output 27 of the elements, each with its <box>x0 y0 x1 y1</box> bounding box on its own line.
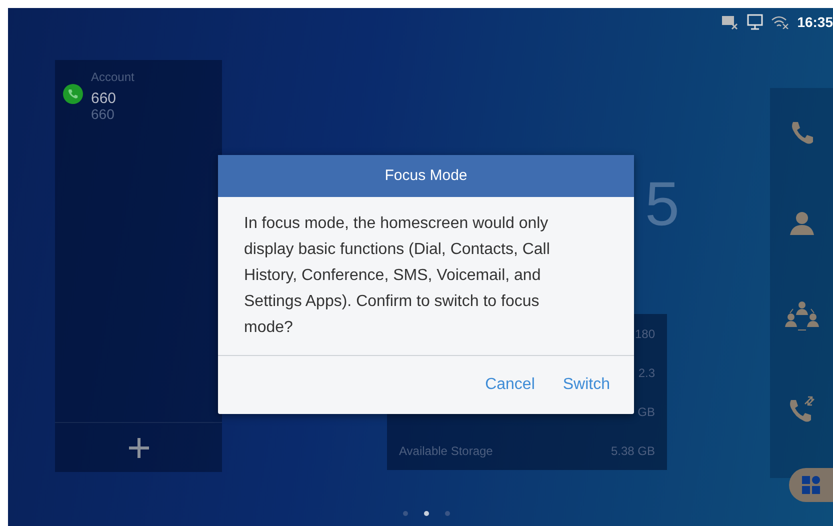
dialog-message: In focus mode, the homescreen would only display basic functions (Dial, Contacts, Call History, Conference, SMS, Voicemail, and Settings Apps). Confirm to switch to focus mode? <box>243 214 551 338</box>
add-icon[interactable] <box>128 436 150 458</box>
page-dot[interactable] <box>424 511 429 516</box>
storage-value: 180 <box>634 326 655 342</box>
contact-icon[interactable] <box>788 209 816 237</box>
conference-icon[interactable] <box>784 299 818 331</box>
account-label: Account <box>91 69 134 86</box>
storage-value: GB <box>638 404 655 420</box>
monitor-icon <box>747 14 764 30</box>
account-name: 660 <box>91 90 118 107</box>
page-dot[interactable] <box>403 511 408 516</box>
status-time: 16:35 <box>797 12 833 32</box>
wifi-off-icon <box>771 15 790 29</box>
storage-value: 5.38 GB <box>610 442 655 460</box>
dialog-button[interactable]: Cancel <box>475 369 545 401</box>
account-number: 660 <box>91 107 116 122</box>
storage-value: 2.3 <box>638 364 655 382</box>
clock-digit: 5 <box>645 174 680 236</box>
dialog-title: Focus Mode <box>218 155 634 197</box>
account-panel[interactable]: Account 660 660 <box>55 60 222 472</box>
apps-button[interactable] <box>789 468 833 502</box>
network-off-icon <box>721 14 740 30</box>
phone-icon <box>63 84 83 104</box>
dialog-button[interactable]: Switch <box>552 369 620 401</box>
storage-label: Available Storage <box>399 442 493 460</box>
page-dot[interactable] <box>445 511 450 516</box>
apps-icon <box>802 476 820 494</box>
